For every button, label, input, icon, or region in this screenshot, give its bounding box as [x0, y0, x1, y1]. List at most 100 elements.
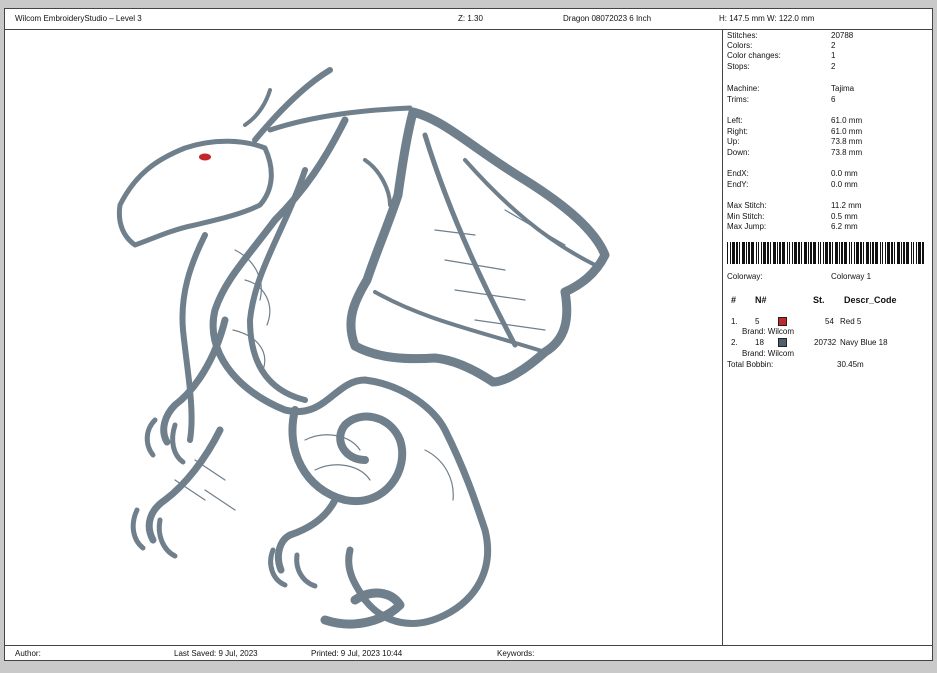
barcode-bar	[823, 242, 824, 264]
barcode-bar	[901, 242, 902, 264]
barcode-bar	[748, 242, 750, 264]
design-width: W: 122.0 mm	[767, 14, 815, 23]
thread-stitches: 54	[825, 317, 834, 326]
barcode-bar	[866, 242, 869, 264]
barcode-bar	[730, 242, 731, 264]
barcode-bar	[841, 242, 843, 264]
barcode-bar	[751, 242, 754, 264]
stat-row: Trims: 6	[727, 95, 836, 104]
barcode-bar	[777, 242, 778, 264]
claw	[130, 507, 146, 551]
barcode	[727, 242, 924, 264]
stat-row: Color changes: 1	[727, 51, 836, 60]
stat-row: Up: 73.8 mm	[727, 137, 863, 146]
barcode-bar	[792, 242, 793, 264]
barcode-bar	[863, 242, 864, 264]
zoom-level: Z: 1.30	[458, 14, 483, 23]
barcode-bar	[918, 242, 921, 264]
stat-row: Right: 61.0 mm	[727, 127, 863, 136]
stat-row: Stops: 2	[727, 62, 836, 71]
barcode-bar	[758, 242, 759, 264]
author-label: Author:	[15, 649, 41, 658]
horn	[243, 88, 272, 127]
barcode-bar	[913, 242, 914, 264]
thread-index: 1.	[731, 317, 738, 326]
barcode-bar	[897, 242, 900, 264]
thread-description: Navy Blue 18	[840, 338, 888, 347]
thread-color-swatch	[778, 317, 787, 326]
thread-color-swatch	[778, 338, 787, 347]
barcode-bar	[756, 242, 757, 264]
col-header-descr: Descr	[844, 295, 870, 305]
barcode-bar	[887, 242, 890, 264]
barcode-bar	[922, 242, 924, 264]
wing-strut	[373, 290, 547, 354]
barcode-bar	[789, 242, 790, 264]
design-height: H: 147.5 mm	[719, 14, 765, 23]
horn	[252, 67, 333, 143]
barcode-bar	[825, 242, 828, 264]
thread-description: Red 5	[840, 317, 862, 326]
barcode-bar	[761, 242, 762, 264]
barcode-bar	[844, 242, 847, 264]
barcode-bar	[916, 242, 917, 264]
col-header-code: _Code	[869, 295, 897, 305]
barcode-bar	[787, 242, 788, 264]
barcode-bar	[742, 242, 745, 264]
stat-row: EndY: 0.0 mm	[727, 180, 858, 189]
stat-row: Max Jump: 6.2 mm	[727, 222, 858, 231]
barcode-bar	[903, 242, 905, 264]
barcode-bar	[810, 242, 812, 264]
barcode-bar	[851, 242, 852, 264]
barcode-bar	[727, 242, 728, 264]
worksheet-header: Wilcom EmbroideryStudio – Level 3 Z: 1.3…	[5, 9, 932, 30]
barcode-bar	[839, 242, 840, 264]
barcode-bar	[891, 242, 893, 264]
tail-curl	[288, 406, 407, 506]
design-name: Dragon 08072023 6 Inch	[563, 14, 652, 23]
claw	[294, 552, 318, 589]
production-worksheet: Wilcom EmbroideryStudio – Level 3 Z: 1.3…	[4, 8, 933, 661]
barcode-bar	[773, 242, 776, 264]
total-bobbin-label: Total Bobbin:	[727, 360, 774, 369]
barcode-bar	[832, 242, 833, 264]
neck	[179, 232, 208, 443]
barcode-bar	[813, 242, 816, 264]
dragon-eye	[199, 153, 211, 161]
barcode-bar	[856, 242, 859, 264]
barcode-bar	[875, 242, 878, 264]
barcode-bar	[818, 242, 819, 264]
barcode-bar	[746, 242, 747, 264]
head-outline	[116, 138, 274, 248]
worksheet-footer: Author: Last Saved: 9 Jul, 2023 Printed:…	[5, 645, 932, 660]
barcode-bar	[894, 242, 895, 264]
barcode-bar	[885, 242, 886, 264]
barcode-bar	[770, 242, 771, 264]
barcode-bar	[880, 242, 881, 264]
stat-row: Colors: 2	[727, 41, 836, 50]
thread-brand: Brand: Wilcom	[742, 349, 795, 358]
barcode-bar	[801, 242, 802, 264]
spine-spike	[363, 158, 392, 207]
barcode-bar	[808, 242, 809, 264]
thread-number: 18	[755, 338, 764, 347]
barcode-bar	[854, 242, 855, 264]
barcode-bar	[782, 242, 785, 264]
col-header-number: N#	[755, 295, 767, 305]
claw	[156, 517, 178, 559]
barcode-bar	[767, 242, 769, 264]
barcode-bar	[804, 242, 807, 264]
lace-fill	[174, 209, 566, 511]
stat-row: Left: 61.0 mm	[727, 116, 863, 125]
col-header-stitches: St.	[813, 295, 825, 305]
barcode-bar	[870, 242, 871, 264]
app-title: Wilcom EmbroideryStudio – Level 3	[15, 14, 142, 23]
printed-date: Printed: 9 Jul, 2023 10:44	[311, 649, 403, 658]
stat-row: Down: 73.8 mm	[727, 148, 863, 157]
stat-row: Machine: Tajima	[727, 84, 855, 93]
barcode-bar	[835, 242, 838, 264]
stat-row: Min Stitch: 0.5 mm	[727, 212, 858, 221]
barcode-bar	[829, 242, 831, 264]
barcode-bar	[911, 242, 912, 264]
barcode-bar	[739, 242, 740, 264]
